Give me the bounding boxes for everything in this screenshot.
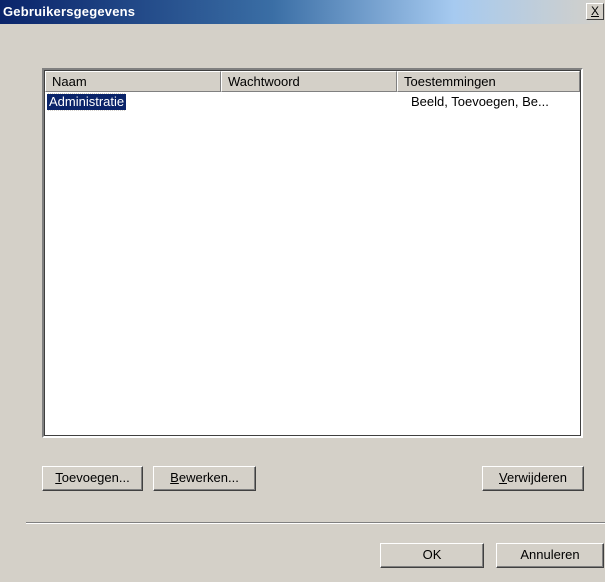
separator: [26, 522, 605, 524]
row-permissions: Beeld, Toevoegen, Be...: [411, 94, 549, 109]
row-name-cell: Administratie: [47, 93, 127, 111]
users-list[interactable]: Naam Wachtwoord Toestemmingen Administra…: [42, 68, 583, 438]
edit-mnemonic: B: [170, 470, 179, 485]
column-header-name[interactable]: Naam: [45, 71, 221, 92]
add-label: oevoegen...: [61, 470, 130, 485]
column-header-password[interactable]: Wachtwoord: [221, 71, 397, 92]
add-button[interactable]: Toevoegen...: [42, 466, 143, 491]
cancel-button[interactable]: Annuleren: [496, 543, 604, 568]
title-bar[interactable]: Gebruikersgegevens X: [0, 0, 605, 24]
ok-button[interactable]: OK: [380, 543, 484, 568]
column-header-permissions[interactable]: Toestemmingen: [397, 71, 580, 92]
close-button[interactable]: X: [586, 3, 604, 20]
close-icon: X: [590, 4, 599, 18]
window-title: Gebruikersgegevens: [3, 4, 136, 19]
list-row[interactable]: Administratie Beeld, Toevoegen, Be...: [45, 93, 580, 111]
delete-mnemonic: V: [499, 470, 507, 485]
edit-button[interactable]: Bewerken...: [153, 466, 256, 491]
row-name: Administratie: [47, 93, 127, 111]
list-header: Naam Wachtwoord Toestemmingen: [45, 71, 580, 92]
delete-button[interactable]: Verwijderen: [482, 466, 584, 491]
user-data-dialog: Gebruikersgegevens X Naam Wachtwoord Toe…: [0, 0, 605, 582]
edit-label: ewerken...: [178, 470, 239, 485]
delete-label: erwijderen: [506, 470, 567, 485]
